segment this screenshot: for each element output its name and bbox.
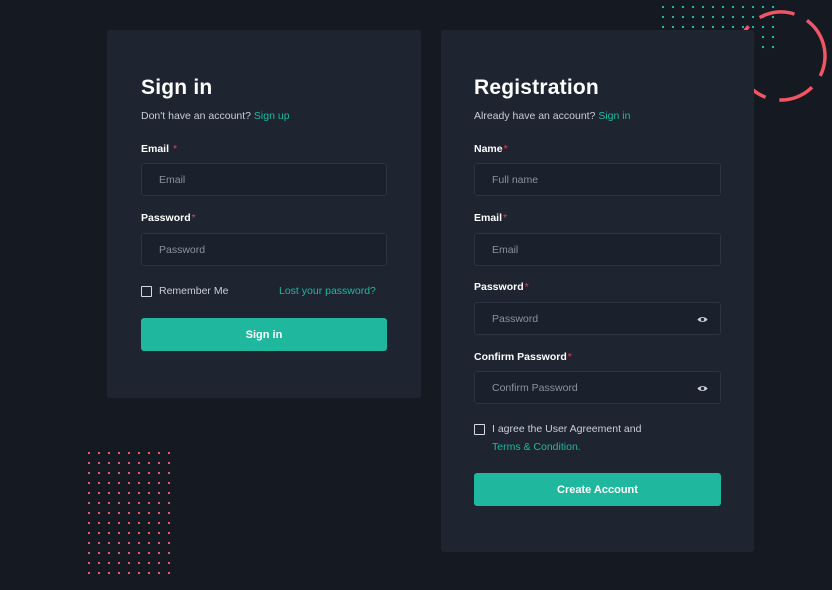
agree-terms-checkbox[interactable] bbox=[474, 424, 485, 435]
register-email-input[interactable]: Email bbox=[474, 233, 721, 266]
register-password-placeholder: Password bbox=[492, 312, 539, 325]
register-email-placeholder: Email bbox=[492, 243, 519, 256]
signin-password-label-text: Password bbox=[141, 212, 191, 224]
register-email-label-text: Email bbox=[474, 212, 503, 224]
confirm-password-input[interactable]: Confirm Password bbox=[474, 371, 721, 404]
signup-link[interactable]: Sign up bbox=[254, 110, 290, 122]
signin-password-input[interactable]: Password bbox=[141, 233, 387, 266]
signin-password-label: Password* bbox=[141, 212, 196, 224]
signin-title: Sign in bbox=[141, 76, 213, 99]
red-dot-pattern bbox=[82, 446, 172, 582]
full-name-placeholder: Full name bbox=[492, 173, 539, 186]
required-mark: * bbox=[503, 143, 508, 155]
remember-me-checkbox[interactable] bbox=[141, 286, 152, 297]
confirm-password-label-text: Confirm Password bbox=[474, 351, 567, 363]
registration-subtitle: Already have an account? Sign in bbox=[474, 110, 630, 122]
signin-link[interactable]: Sign in bbox=[598, 110, 630, 122]
signin-subtitle-text: Don't have an account? bbox=[141, 110, 251, 122]
registration-card: Registration Already have an account? Si… bbox=[441, 30, 754, 552]
signin-button[interactable]: Sign in bbox=[141, 318, 387, 351]
agree-terms-text: I agree the User Agreement and bbox=[492, 423, 642, 435]
registration-subtitle-text: Already have an account? bbox=[474, 110, 596, 122]
name-label: Name* bbox=[474, 143, 508, 155]
register-password-input[interactable]: Password bbox=[474, 302, 721, 335]
full-name-input[interactable]: Full name bbox=[474, 163, 721, 196]
terms-condition-link[interactable]: Terms & Condition. bbox=[492, 441, 581, 453]
register-password-label: Password* bbox=[474, 281, 529, 293]
required-mark: * bbox=[567, 351, 572, 363]
required-mark: * bbox=[524, 281, 529, 293]
signin-card: Sign in Don't have an account? Sign up E… bbox=[107, 30, 421, 398]
lost-password-link[interactable]: Lost your password? bbox=[279, 285, 376, 297]
confirm-password-label: Confirm Password* bbox=[474, 351, 572, 363]
required-mark: * bbox=[503, 212, 508, 224]
signin-email-input[interactable]: Email bbox=[141, 163, 387, 196]
create-account-button[interactable]: Create Account bbox=[474, 473, 721, 506]
confirm-password-placeholder: Confirm Password bbox=[492, 381, 578, 394]
register-email-label: Email* bbox=[474, 212, 507, 224]
required-mark: * bbox=[172, 143, 178, 155]
remember-me-label: Remember Me bbox=[159, 285, 229, 297]
registration-title: Registration bbox=[474, 76, 599, 99]
required-mark: * bbox=[191, 212, 196, 224]
signin-password-placeholder: Password bbox=[159, 243, 206, 256]
register-password-label-text: Password bbox=[474, 281, 524, 293]
eye-icon[interactable] bbox=[697, 383, 708, 394]
name-label-text: Name bbox=[474, 143, 503, 155]
signin-email-label-text: Email bbox=[141, 143, 170, 155]
signin-email-placeholder: Email bbox=[159, 173, 186, 186]
signin-email-label: Email * bbox=[141, 143, 177, 155]
signin-subtitle: Don't have an account? Sign up bbox=[141, 110, 290, 122]
eye-icon[interactable] bbox=[697, 314, 708, 325]
